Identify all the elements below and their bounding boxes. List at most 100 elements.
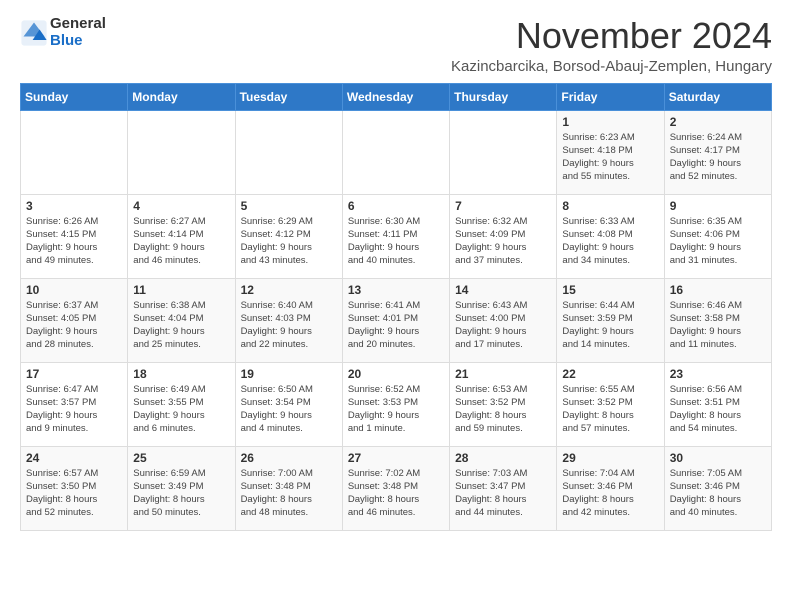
header: General Blue November 2024 Kazincbarcika… (20, 16, 772, 75)
day-info: Sunrise: 7:04 AMSunset: 3:46 PMDaylight:… (562, 467, 658, 520)
calendar-cell: 4 Sunrise: 6:27 AMSunset: 4:14 PMDaylight… (128, 194, 235, 278)
day-info: Sunrise: 6:55 AMSunset: 3:52 PMDaylight:… (562, 383, 658, 436)
calendar-cell (450, 110, 557, 194)
day-info: Sunrise: 7:00 AMSunset: 3:48 PMDaylight:… (241, 467, 337, 520)
calendar-cell: 5 Sunrise: 6:29 AMSunset: 4:12 PMDaylight… (235, 194, 342, 278)
page: General Blue November 2024 Kazincbarcika… (0, 0, 792, 541)
calendar-cell: 14Sunrise: 6:43 AMSunset: 4:00 PMDayligh… (450, 278, 557, 362)
day-info: Sunrise: 7:03 AMSunset: 3:47 PMDaylight:… (455, 467, 551, 520)
day-number: 25 (133, 451, 229, 465)
day-number: 12 (241, 283, 337, 297)
day-info: Sunrise: 7:05 AMSunset: 3:46 PMDaylight:… (670, 467, 766, 520)
day-number: 29 (562, 451, 658, 465)
logo-icon (20, 19, 48, 47)
calendar-header-row: Sunday Monday Tuesday Wednesday Thursday… (21, 83, 772, 110)
day-number: 4 (133, 199, 229, 213)
day-number: 23 (670, 367, 766, 381)
day-number: 3 (26, 199, 122, 213)
col-monday: Monday (128, 83, 235, 110)
calendar-cell: 30 Sunrise: 7:05 AMSunset: 3:46 PMDayligh… (664, 446, 771, 530)
day-number: 20 (348, 367, 444, 381)
day-number: 26 (241, 451, 337, 465)
calendar-cell: 29 Sunrise: 7:04 AMSunset: 3:46 PMDayligh… (557, 446, 664, 530)
calendar-cell: 8 Sunrise: 6:33 AMSunset: 4:08 PMDaylight… (557, 194, 664, 278)
calendar-cell: 25Sunrise: 6:59 AMSunset: 3:49 PMDayligh… (128, 446, 235, 530)
day-number: 18 (133, 367, 229, 381)
day-number: 8 (562, 199, 658, 213)
day-info: Sunrise: 6:52 AMSunset: 3:53 PMDaylight:… (348, 383, 444, 436)
calendar-cell: 23 Sunrise: 6:56 AMSunset: 3:51 PMDayligh… (664, 362, 771, 446)
day-info: Sunrise: 6:43 AMSunset: 4:00 PMDaylight:… (455, 299, 551, 352)
title-block: November 2024 Kazincbarcika, Borsod-Abau… (451, 16, 772, 75)
logo: General Blue (20, 16, 106, 49)
day-number: 2 (670, 115, 766, 129)
day-info: Sunrise: 7:02 AMSunset: 3:48 PMDaylight:… (348, 467, 444, 520)
col-tuesday: Tuesday (235, 83, 342, 110)
day-info: Sunrise: 6:56 AMSunset: 3:51 PMDaylight:… (670, 383, 766, 436)
day-info: Sunrise: 6:50 AMSunset: 3:54 PMDaylight:… (241, 383, 337, 436)
calendar-table: Sunday Monday Tuesday Wednesday Thursday… (20, 83, 772, 531)
col-friday: Friday (557, 83, 664, 110)
day-info: Sunrise: 6:33 AMSunset: 4:08 PMDaylight:… (562, 215, 658, 268)
day-number: 19 (241, 367, 337, 381)
calendar-cell: 7 Sunrise: 6:32 AMSunset: 4:09 PMDaylight… (450, 194, 557, 278)
day-number: 11 (133, 283, 229, 297)
day-number: 1 (562, 115, 658, 129)
day-info: Sunrise: 6:37 AMSunset: 4:05 PMDaylight:… (26, 299, 122, 352)
calendar-cell: 26 Sunrise: 7:00 AMSunset: 3:48 PMDayligh… (235, 446, 342, 530)
calendar-cell: 21 Sunrise: 6:53 AMSunset: 3:52 PMDayligh… (450, 362, 557, 446)
day-number: 27 (348, 451, 444, 465)
day-number: 16 (670, 283, 766, 297)
calendar-cell (128, 110, 235, 194)
calendar-cell: 2Sunrise: 6:24 AMSunset: 4:17 PMDaylight… (664, 110, 771, 194)
day-info: Sunrise: 6:41 AMSunset: 4:01 PMDaylight:… (348, 299, 444, 352)
calendar-cell: 13Sunrise: 6:41 AMSunset: 4:01 PMDayligh… (342, 278, 449, 362)
day-info: Sunrise: 6:38 AMSunset: 4:04 PMDaylight:… (133, 299, 229, 352)
calendar-cell: 20 Sunrise: 6:52 AMSunset: 3:53 PMDayligh… (342, 362, 449, 446)
calendar-cell: 11 Sunrise: 6:38 AMSunset: 4:04 PMDayligh… (128, 278, 235, 362)
day-number: 22 (562, 367, 658, 381)
calendar-week-5: 24 Sunrise: 6:57 AMSunset: 3:50 PMDayligh… (21, 446, 772, 530)
day-number: 9 (670, 199, 766, 213)
day-number: 15 (562, 283, 658, 297)
day-number: 7 (455, 199, 551, 213)
location-subtitle: Kazincbarcika, Borsod-Abauj-Zemplen, Hun… (451, 58, 772, 75)
calendar-cell: 1 Sunrise: 6:23 AMSunset: 4:18 PMDaylight… (557, 110, 664, 194)
day-number: 30 (670, 451, 766, 465)
calendar-cell: 10 Sunrise: 6:37 AMSunset: 4:05 PMDayligh… (21, 278, 128, 362)
day-number: 10 (26, 283, 122, 297)
day-info: Sunrise: 6:29 AMSunset: 4:12 PMDaylight:… (241, 215, 337, 268)
col-sunday: Sunday (21, 83, 128, 110)
day-number: 17 (26, 367, 122, 381)
day-number: 28 (455, 451, 551, 465)
calendar-cell: 15Sunrise: 6:44 AMSunset: 3:59 PMDayligh… (557, 278, 664, 362)
day-info: Sunrise: 6:23 AMSunset: 4:18 PMDaylight:… (562, 131, 658, 184)
calendar-cell: 6Sunrise: 6:30 AMSunset: 4:11 PMDaylight… (342, 194, 449, 278)
day-number: 21 (455, 367, 551, 381)
calendar-cell: 22 Sunrise: 6:55 AMSunset: 3:52 PMDayligh… (557, 362, 664, 446)
calendar-week-4: 17 Sunrise: 6:47 AMSunset: 3:57 PMDayligh… (21, 362, 772, 446)
calendar-cell: 9Sunrise: 6:35 AMSunset: 4:06 PMDaylight… (664, 194, 771, 278)
calendar-cell: 16Sunrise: 6:46 AMSunset: 3:58 PMDayligh… (664, 278, 771, 362)
calendar-cell: 3Sunrise: 6:26 AMSunset: 4:15 PMDaylight… (21, 194, 128, 278)
day-info: Sunrise: 6:30 AMSunset: 4:11 PMDaylight:… (348, 215, 444, 268)
calendar-cell: 12Sunrise: 6:40 AMSunset: 4:03 PMDayligh… (235, 278, 342, 362)
logo-general-text: General (50, 15, 106, 32)
day-info: Sunrise: 6:32 AMSunset: 4:09 PMDaylight:… (455, 215, 551, 268)
day-info: Sunrise: 6:27 AMSunset: 4:14 PMDaylight:… (133, 215, 229, 268)
calendar-week-3: 10 Sunrise: 6:37 AMSunset: 4:05 PMDayligh… (21, 278, 772, 362)
calendar-cell (21, 110, 128, 194)
calendar-cell (235, 110, 342, 194)
day-number: 5 (241, 199, 337, 213)
day-info: Sunrise: 6:57 AMSunset: 3:50 PMDaylight:… (26, 467, 122, 520)
calendar-cell: 24 Sunrise: 6:57 AMSunset: 3:50 PMDayligh… (21, 446, 128, 530)
col-wednesday: Wednesday (342, 83, 449, 110)
day-info: Sunrise: 6:53 AMSunset: 3:52 PMDaylight:… (455, 383, 551, 436)
day-info: Sunrise: 6:47 AMSunset: 3:57 PMDaylight:… (26, 383, 122, 436)
day-number: 24 (26, 451, 122, 465)
calendar-cell (342, 110, 449, 194)
month-title: November 2024 (451, 16, 772, 56)
calendar-cell: 28 Sunrise: 7:03 AMSunset: 3:47 PMDayligh… (450, 446, 557, 530)
logo-blue-text: Blue (50, 32, 83, 49)
col-thursday: Thursday (450, 83, 557, 110)
